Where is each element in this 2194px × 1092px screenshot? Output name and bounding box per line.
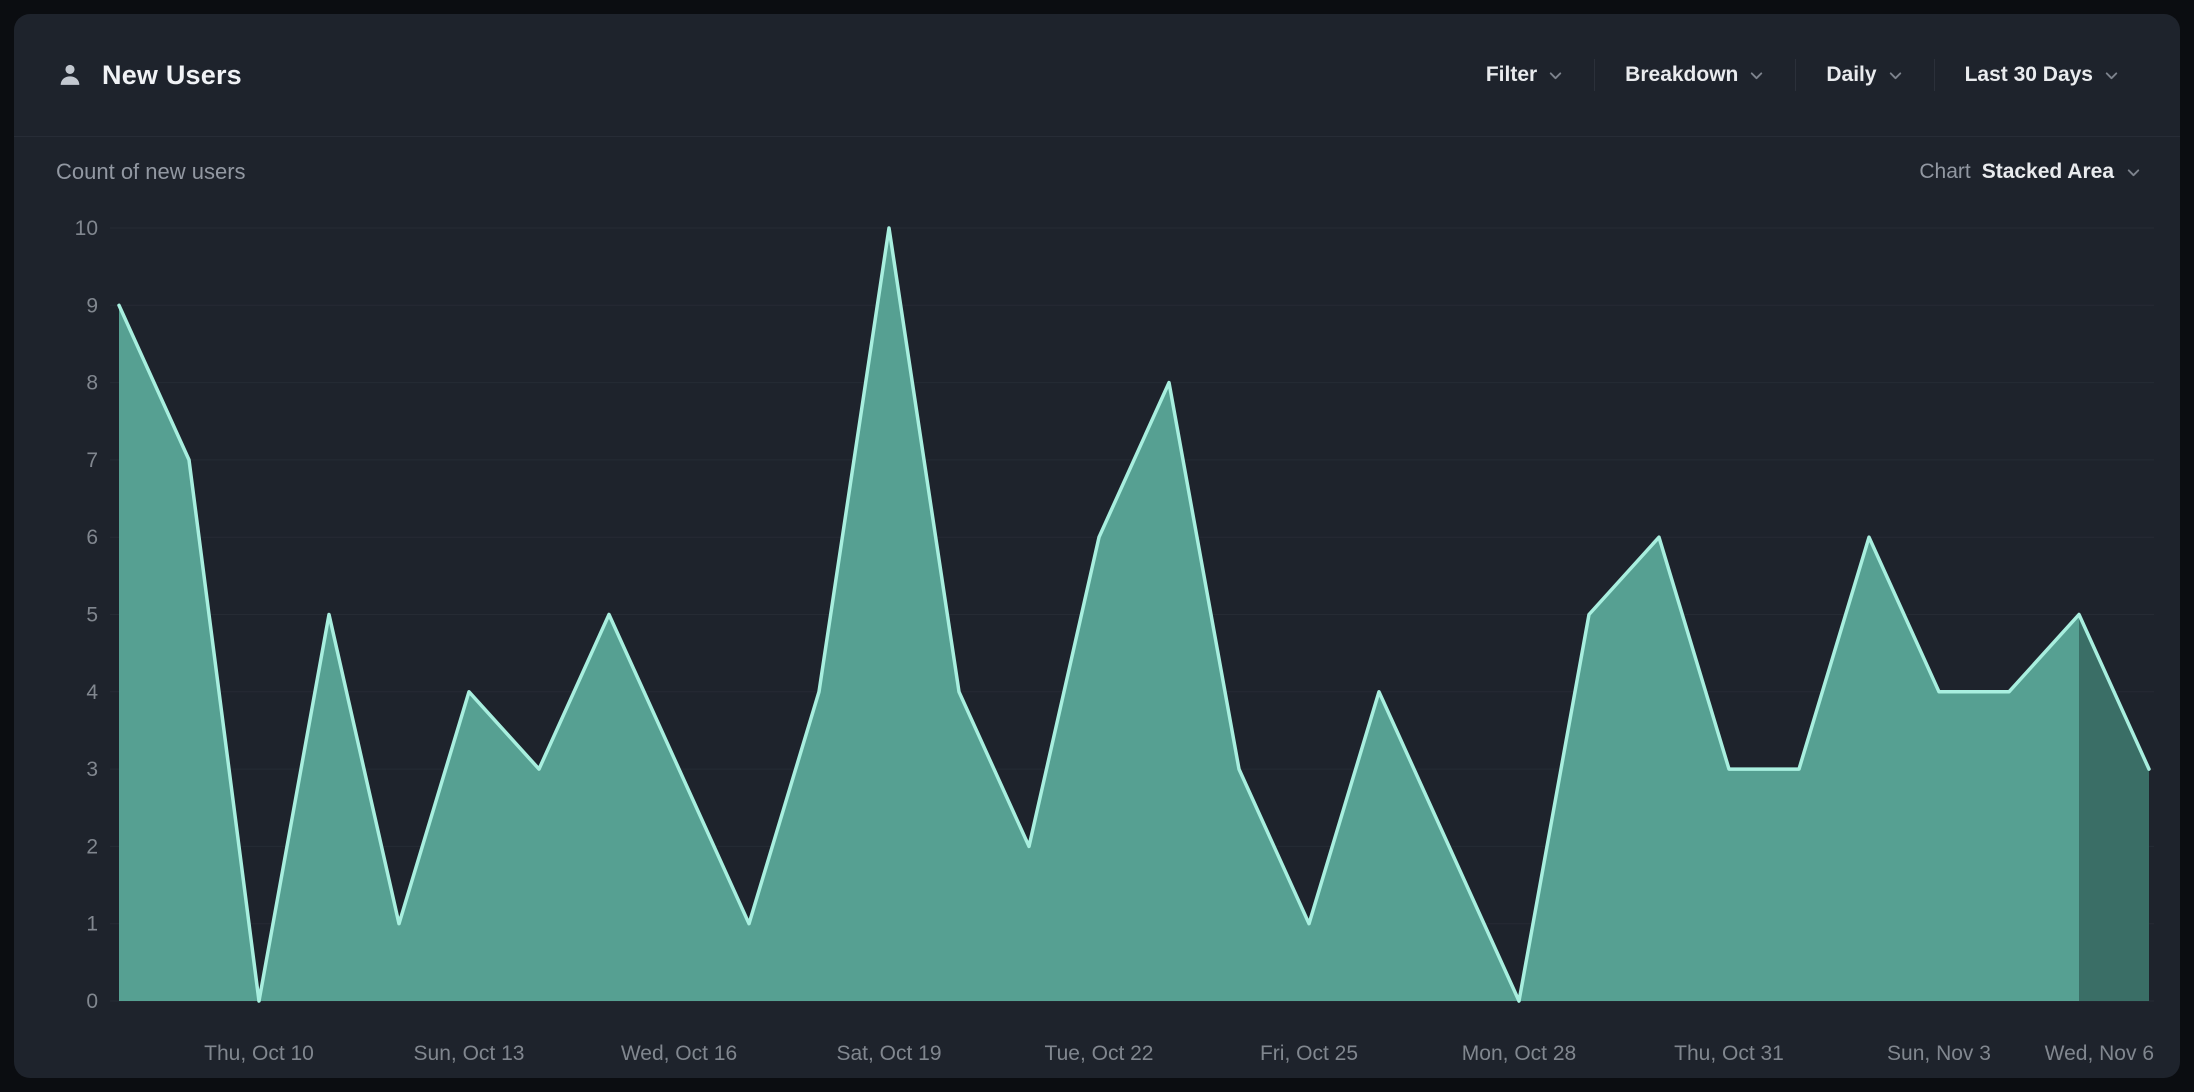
date-range-dropdown-label: Last 30 Days [1965, 63, 2093, 87]
panel-header: New Users Filter Breakdown Daily [14, 14, 2180, 137]
x-axis-labels: Thu, Oct 10 Sun, Oct 13 Wed, Oct 16 Sat, Oc… [204, 1042, 2154, 1065]
y-tick-label: 2 [86, 835, 98, 858]
x-tick-label: Sun, Nov 3 [1887, 1042, 1991, 1065]
x-tick-label: Fri, Oct 25 [1260, 1042, 1358, 1065]
y-tick-label: 0 [86, 990, 98, 1013]
y-tick-label: 3 [86, 758, 98, 781]
y-tick-label: 6 [86, 526, 98, 549]
granularity-dropdown[interactable]: Daily [1796, 63, 1933, 87]
chart-type-select-caption: Chart [1919, 160, 1970, 184]
chart-type-select-value: Stacked Area [1982, 160, 2114, 184]
breakdown-dropdown-label: Breakdown [1625, 63, 1738, 87]
y-tick-label: 8 [86, 372, 98, 395]
header-controls: Filter Breakdown Daily Las [1456, 59, 2180, 91]
x-tick-label: Sat, Oct 19 [836, 1042, 941, 1065]
chevron-down-icon [1547, 67, 1564, 84]
y-tick-label: 7 [86, 449, 98, 472]
y-tick-label: 5 [86, 604, 98, 627]
x-tick-label: Sun, Oct 13 [414, 1042, 525, 1065]
granularity-dropdown-label: Daily [1826, 63, 1876, 87]
panel-header-left: New Users [14, 60, 242, 91]
x-tick-label: Wed, Oct 16 [621, 1042, 737, 1065]
x-tick-label: Wed, Nov 6 [2045, 1042, 2154, 1065]
filter-dropdown[interactable]: Filter [1456, 63, 1594, 87]
chart-type-select[interactable]: Chart Stacked Area [1919, 160, 2142, 184]
chevron-down-icon [1887, 67, 1904, 84]
date-range-dropdown[interactable]: Last 30 Days [1935, 63, 2150, 87]
y-axis-labels: 0 1 2 3 4 5 6 7 8 9 10 [75, 217, 99, 1013]
chart-subheader: Count of new users Chart Stacked Area [14, 159, 2180, 185]
x-tick-label: Tue, Oct 22 [1045, 1042, 1154, 1065]
page-title: New Users [102, 60, 242, 91]
chevron-down-icon [2125, 164, 2142, 181]
x-tick-label: Thu, Oct 31 [1674, 1042, 1784, 1065]
gridlines [110, 228, 2154, 1001]
new-users-panel: New Users Filter Breakdown Daily [14, 14, 2180, 1078]
metric-label: Count of new users [56, 159, 246, 185]
y-tick-label: 10 [75, 217, 98, 240]
x-tick-label: Mon, Oct 28 [1462, 1042, 1576, 1065]
area-line [119, 228, 2149, 1001]
breakdown-dropdown[interactable]: Breakdown [1595, 63, 1795, 87]
y-tick-label: 9 [86, 294, 98, 317]
user-icon [56, 61, 84, 89]
filter-dropdown-label: Filter [1486, 63, 1537, 87]
x-tick-label: Thu, Oct 10 [204, 1042, 314, 1065]
y-tick-label: 4 [86, 681, 98, 704]
area-fill-incomplete [2079, 615, 2149, 1002]
area-fill [119, 228, 2149, 1001]
chevron-down-icon [1748, 67, 1765, 84]
chevron-down-icon [2103, 67, 2120, 84]
y-tick-label: 1 [86, 913, 98, 936]
